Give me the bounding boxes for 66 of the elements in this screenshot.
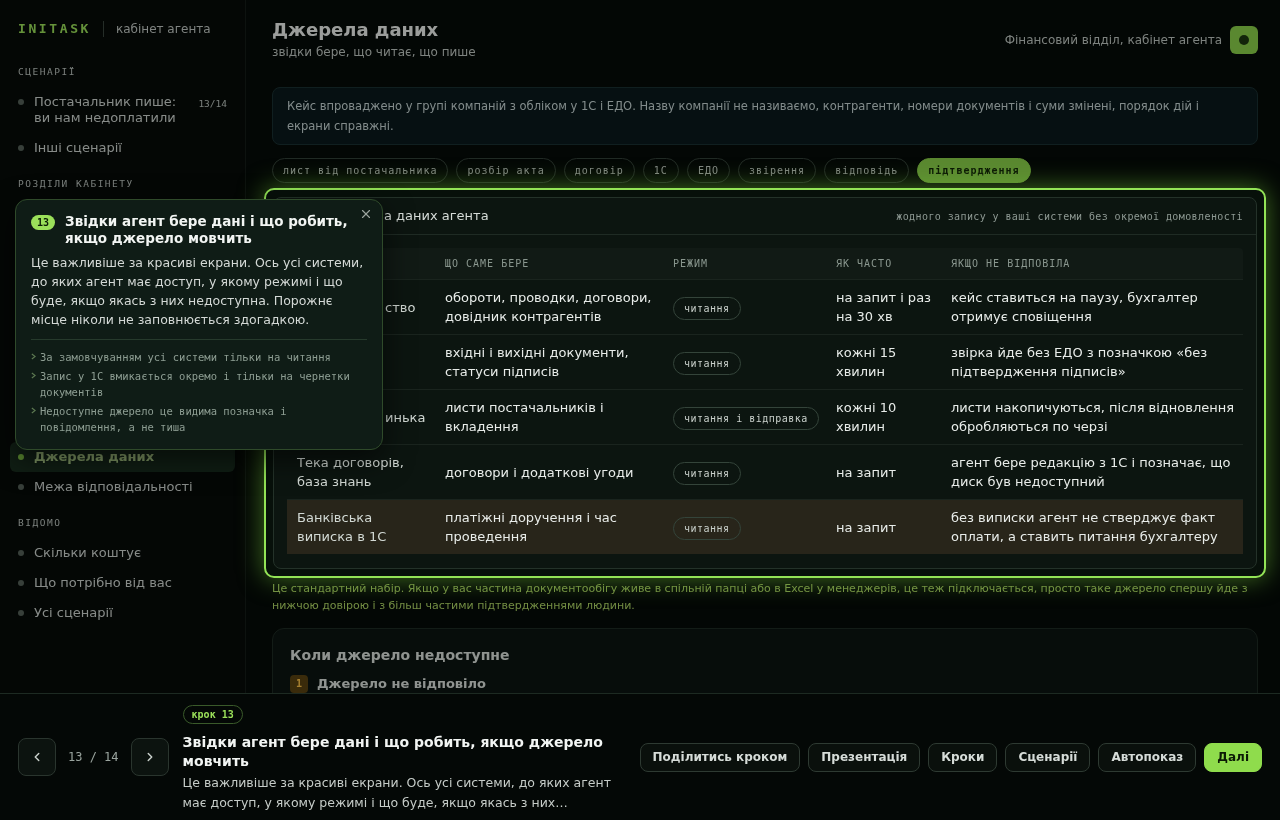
tooltip-bullet: Недоступне джерело це видима позначка і повідомлення, а не тиша <box>40 404 288 435</box>
player-button[interactable]: Поділитись кроком <box>639 742 801 772</box>
intro-note: Кейс впроваджено у групі компаній з обліком у 1С і ЕДО. Назву компанії не називаємо, контрагенти, номери документів і суми змінені, порядок дій і екрани справжні. <box>272 87 1258 145</box>
chevron-bullet-icon <box>31 407 36 414</box>
table-cell-text: листи накопичуються, після відновлення обробляються по черзі <box>950 399 1236 436</box>
table-cell-text: на запит <box>835 518 897 537</box>
table-cell-text: кожні 10 хвилин <box>835 399 898 436</box>
tooltip-body: Це важливіше за красиві екрани. Ось усі системи, до яких агент має доступ, у якому режимі і що буде, якщо якась з них недоступна. Порожнє місце ніколи не заповнюється здогадкою. <box>31 254 365 329</box>
sidebar-item[interactable]: Усі сценарії <box>10 598 235 628</box>
step-title: Джерело не відповіло <box>317 675 486 693</box>
sidebar-item[interactable]: Постачальник пише: ви нам недоплатили 13/14 <box>10 87 235 133</box>
table-cell-text: кейс ставиться на паузу, бухгалтер отримує сповіщення <box>950 289 1199 326</box>
section-heading: ВІДОМО <box>17 517 63 529</box>
avatar-icon[interactable] <box>1230 26 1258 54</box>
close-icon <box>359 207 373 221</box>
logo[interactable]: INITASK <box>18 19 91 39</box>
footnote: Це стандартний набір. Якщо у вас частина документообігу живе в спільній папці або в Excel у менеджерів, це теж підключається, просто таке джерело спершу йде з нижчою довірою і з більш частими підтвердженнями людини. <box>272 581 1249 614</box>
account-label: Фінансовий відділ, кабінет агента <box>1004 32 1222 49</box>
step-title: Звідки агент бере дані і що робить, якщо джерело мовчить <box>182 733 604 771</box>
table-cell-text: кожні 15 хвилин <box>835 344 898 381</box>
section-heading: СЦЕНАРІЇ <box>17 66 77 78</box>
table-cell-text: платіжні доручення і час проведення <box>444 509 618 546</box>
step-number: 1 <box>290 674 308 693</box>
table-cell-text: без виписки агент не стверджує факт оплати, а ставить питання бухгалтеру <box>950 509 1219 546</box>
sidebar-subtitle: кабінет агента <box>116 21 211 38</box>
section-heading: РОЗДІЛИ КАБІНЕТУ <box>17 178 135 190</box>
tooltip-bullet: За замовчуванням усі системи тільки на читання <box>40 350 331 365</box>
column-header: РЕЖИМ <box>673 257 709 271</box>
step-badge: 13 <box>31 215 56 230</box>
table-cell-text: вхідні і вихідні документи, статуси підписів <box>444 344 630 381</box>
tooltip-bullet: Запис у 1С вмикається окремо і тільки на чернетки документів <box>40 369 351 400</box>
player-button[interactable]: Сценарії <box>1005 742 1091 772</box>
sidebar-item[interactable]: Скільки коштує <box>10 538 235 568</box>
column-header: ЩО САМЕ БЕРЕ <box>445 257 530 271</box>
table-cell-text: агент бере редакцію з 1С і позначає, що диск був недоступний <box>950 454 1232 491</box>
step-description: Це важливіше за красиві екрани. Ось усі системи, до яких агент має доступ, у якому режимі і що буде, якщо якась з них… <box>182 774 612 812</box>
page-subtitle: звідки бере, що читає, що пише <box>272 44 476 60</box>
step-counter: 13 / 14 <box>68 749 119 766</box>
tooltip-title: Звідки агент бере дані і що робить, якщо джерело мовчить <box>65 213 349 247</box>
table-cell-text: на запит <box>835 463 897 482</box>
table-cell-text: листи постачальників і вкладення <box>444 399 605 436</box>
player-button[interactable]: Кроки <box>928 742 998 772</box>
sidebar-item[interactable]: Межа відповідальності <box>10 472 235 502</box>
page-title: Джерела даних <box>272 18 440 42</box>
progress-count: 13/14 <box>198 98 227 110</box>
sidebar-item[interactable]: Що потрібно від вас <box>10 568 235 598</box>
source-cell-text: Банківська виписка в 1С <box>297 509 388 546</box>
column-header: ЯКЩО НЕ ВІДПОВІЛА <box>951 257 1071 271</box>
sidebar-item[interactable]: Інші сценарії <box>10 133 235 163</box>
source-cell-text: инька <box>385 408 427 427</box>
section-title: Коли джерело недоступне <box>290 646 511 665</box>
table-cell-text: договори і додаткові угоди <box>444 463 635 482</box>
source-cell-text: ство <box>385 298 417 317</box>
source-cell-text: Тека договорів, база знань <box>297 454 405 491</box>
table-cell-text: обороти, проводки, договори, довідник контрагентів <box>444 289 653 326</box>
player-button[interactable]: Автопоказ <box>1098 742 1197 772</box>
table-cell-text: звірка йде без ЕДО з позначкою «без підтвердження підписів» <box>950 344 1209 381</box>
chevron-bullet-icon <box>31 372 36 379</box>
card-title: а даних агента <box>384 207 489 226</box>
table-cell-text: на запит і раз на 30 хв <box>835 289 932 326</box>
step-chip[interactable]: підтвердження <box>917 158 1031 183</box>
card-note: жодного запису у ваші системи без окремої домовленості <box>896 209 1243 224</box>
column-header: ЯК ЧАСТО <box>836 257 893 271</box>
chevron-bullet-icon <box>31 353 36 360</box>
player-button[interactable]: Презентація <box>808 742 921 772</box>
player-button[interactable]: Далі <box>1204 742 1262 772</box>
